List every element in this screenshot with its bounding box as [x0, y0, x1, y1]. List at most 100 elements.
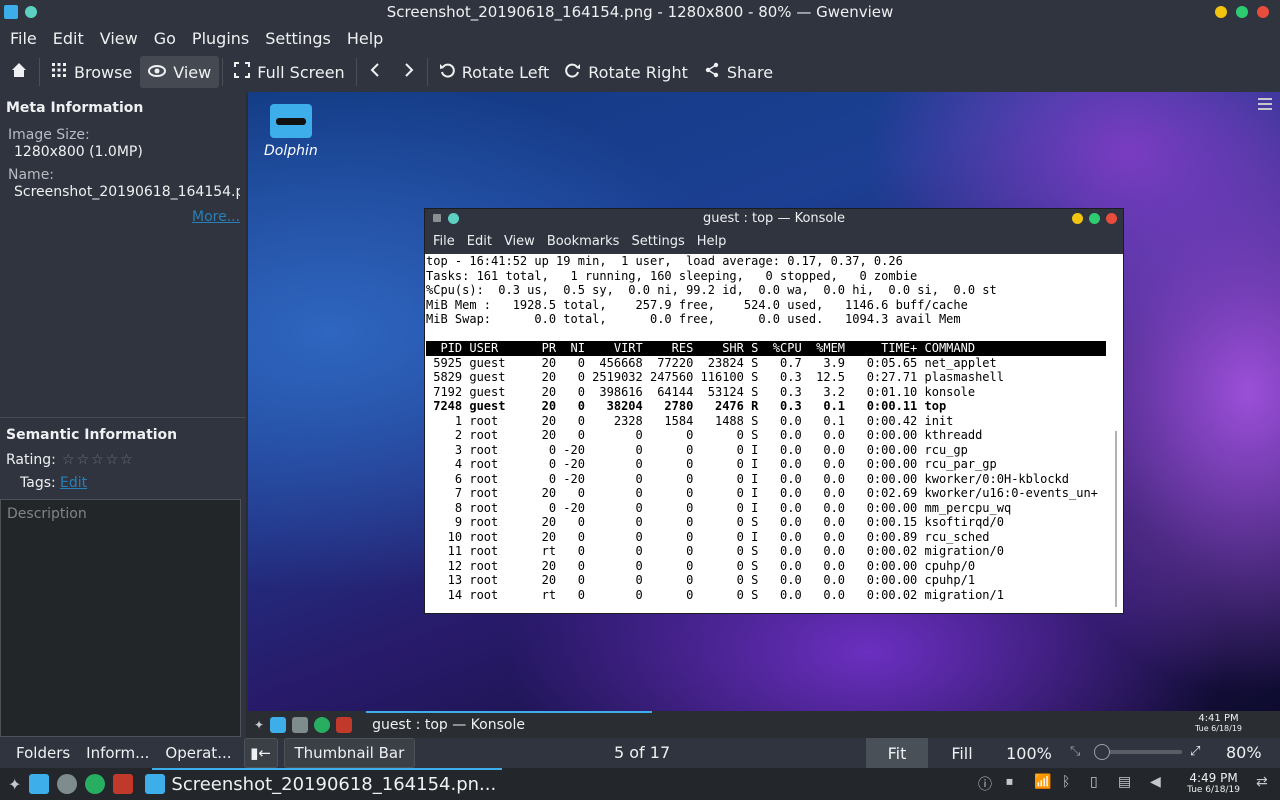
konsole-minimize-icon: [1072, 213, 1083, 224]
view-button[interactable]: View: [140, 56, 220, 88]
main-toolbar: Browse View Full Screen Rotate Left Rota…: [0, 52, 1280, 92]
share-label: Share: [726, 62, 774, 82]
konsole-maximize-icon: [1089, 213, 1100, 224]
launcher-icon: ✦: [254, 717, 265, 732]
menu-help[interactable]: Help: [339, 29, 391, 48]
tags-edit-link[interactable]: Edit: [60, 475, 87, 491]
notifications-icon[interactable]: ⓘ: [978, 774, 992, 794]
close-button[interactable]: [1257, 6, 1269, 18]
gwenview-task[interactable]: Screenshot_20190618_164154.pn...: [171, 774, 496, 795]
menu-edit[interactable]: Edit: [45, 29, 92, 48]
process-row: 3 root 0 -20 0 0 0 I 0.0 0.0 0:00.00 rcu…: [426, 442, 968, 457]
toggle-sidebar-button[interactable]: ▮←: [243, 738, 278, 768]
screenshot-taskbar: ✦ guest : top — Konsole 4:41 PM Tue 6/18…: [248, 711, 1280, 738]
panel-settings-icon[interactable]: ⇄: [1256, 774, 1268, 790]
fullscreen-button[interactable]: Full Screen: [226, 56, 352, 88]
menu-bar: File Edit View Go Plugins Settings Help: [0, 24, 1280, 52]
rotate-right-button[interactable]: Rotate Right: [557, 56, 696, 88]
keep-above-icon[interactable]: [25, 6, 37, 18]
image-position: 5 of 17: [614, 743, 671, 762]
process-row: 9 root 20 0 0 0 0 S 0.0 0.0 0:00.15 ksof…: [426, 515, 1004, 529]
process-row: 5829 guest 20 0 2519032 247560 116100 S …: [426, 370, 1004, 384]
title-bar: Screenshot_20190618_164154.png - 1280x80…: [0, 0, 1280, 24]
volume-icon[interactable]: ◀: [1150, 774, 1161, 790]
fill-button[interactable]: Fill: [930, 738, 994, 768]
network-icon[interactable]: 📶: [1034, 774, 1051, 790]
menu-settings[interactable]: Settings: [257, 29, 339, 48]
browse-button[interactable]: Browse: [43, 56, 140, 88]
share-button[interactable]: Share: [696, 56, 781, 88]
hamburger-menu-icon[interactable]: [1258, 98, 1272, 110]
screenshot-date: Tue 6/18/19: [1194, 724, 1242, 733]
storage-icon[interactable]: ▯: [1090, 774, 1098, 790]
home-button[interactable]: [2, 56, 36, 88]
konsole-keep-above-icon: [448, 213, 459, 224]
application-launcher-icon[interactable]: ✦: [8, 775, 21, 794]
grid-icon: [51, 62, 67, 82]
screenshot-time: 4:41 PM: [1198, 713, 1239, 724]
mail-launcher-icon[interactable]: [113, 774, 134, 794]
terminal-output: top - 16:41:52 up 19 min, 1 user, load a…: [425, 254, 1123, 613]
app-icon[interactable]: [4, 5, 18, 19]
process-row: 10 root 20 0 0 0 0 I 0.0 0.0 0:00.89 rcu…: [426, 529, 990, 544]
previous-button[interactable]: [360, 56, 392, 88]
settings-task-icon: [292, 716, 309, 733]
sidebar: Meta Information Image Size: 1280x800 (1…: [0, 92, 246, 738]
zoom-100-button[interactable]: 100%: [996, 738, 1062, 768]
system-settings-icon[interactable]: [57, 774, 78, 794]
menu-go[interactable]: Go: [146, 29, 184, 48]
media-player-icon[interactable]: ⏹: [1006, 774, 1013, 790]
konsole-menubar: File Edit View Bookmarks Settings Help: [425, 229, 1123, 254]
maximize-button[interactable]: [1236, 6, 1248, 18]
eye-icon: [148, 63, 167, 82]
rotate-right-icon: [565, 62, 581, 82]
rotate-left-button[interactable]: Rotate Left: [431, 56, 558, 88]
tab-information[interactable]: Inform...: [78, 738, 157, 768]
thumbnail-bar-button[interactable]: Thumbnail Bar: [283, 738, 416, 768]
name-value: Screenshot_20190618_164154.png: [14, 184, 240, 200]
zoom-slider-handle[interactable]: [1094, 744, 1110, 760]
menu-plugins[interactable]: Plugins: [184, 29, 257, 48]
bluetooth-icon[interactable]: ᛒ: [1062, 774, 1070, 790]
konsole-menu-file: File: [433, 234, 455, 249]
tab-folders[interactable]: Folders: [8, 738, 78, 768]
zoom-out-icon[interactable]: ⤡: [1070, 744, 1080, 759]
description-field[interactable]: Description: [0, 499, 241, 737]
task-active-indicator: [366, 711, 652, 713]
star-icon[interactable]: ☆: [62, 452, 77, 468]
zoom-in-icon[interactable]: ⤢: [1190, 744, 1200, 759]
konsole-menu-settings: Settings: [631, 234, 685, 249]
fullscreen-icon: [234, 62, 251, 82]
name-label: Name:: [8, 167, 55, 183]
toolbar-separator: [355, 58, 357, 86]
clock[interactable]: 4:49 PM Tue 6/18/19: [1187, 771, 1240, 795]
konsole-app-icon: [433, 214, 441, 222]
star-icon[interactable]: ☆: [120, 452, 135, 468]
menu-view[interactable]: View: [92, 29, 146, 48]
toolbar-separator: [222, 58, 224, 86]
zoom-slider[interactable]: [1094, 744, 1182, 760]
gwenview-task-icon: [145, 774, 166, 794]
process-row: 1 root 20 0 2328 1584 1488 S 0.0 0.1 0:0…: [426, 413, 954, 428]
fit-button[interactable]: Fit: [866, 738, 928, 768]
rating-stars[interactable]: ☆☆☆☆☆: [62, 452, 135, 468]
star-icon[interactable]: ☆: [91, 452, 106, 468]
xbox-task-icon: [314, 716, 331, 733]
more-link[interactable]: More...: [192, 209, 240, 225]
zoom-100-label: 100%: [1006, 743, 1052, 763]
dolphin-launcher-icon[interactable]: [29, 774, 50, 794]
image-viewport[interactable]: Dolphin guest : top — Konsole File Edit …: [248, 92, 1280, 738]
dolphin-task-icon: [270, 716, 287, 733]
next-button[interactable]: [392, 56, 424, 88]
konsole-title: guest : top — Konsole: [425, 209, 1123, 229]
fit-label: Fit: [887, 743, 907, 763]
semantic-information-heading: Semantic Information: [6, 427, 178, 443]
star-icon[interactable]: ☆: [106, 452, 121, 468]
minimize-button[interactable]: [1215, 6, 1227, 18]
xbox-launcher-icon[interactable]: [85, 774, 106, 794]
process-table: 5925 guest 20 0 456668 77220 23824 S 0.7…: [426, 356, 1123, 603]
menu-file[interactable]: File: [2, 29, 45, 48]
tab-operations[interactable]: Operat...: [157, 738, 239, 768]
clipboard-icon[interactable]: ▤: [1118, 774, 1131, 790]
star-icon[interactable]: ☆: [77, 452, 92, 468]
